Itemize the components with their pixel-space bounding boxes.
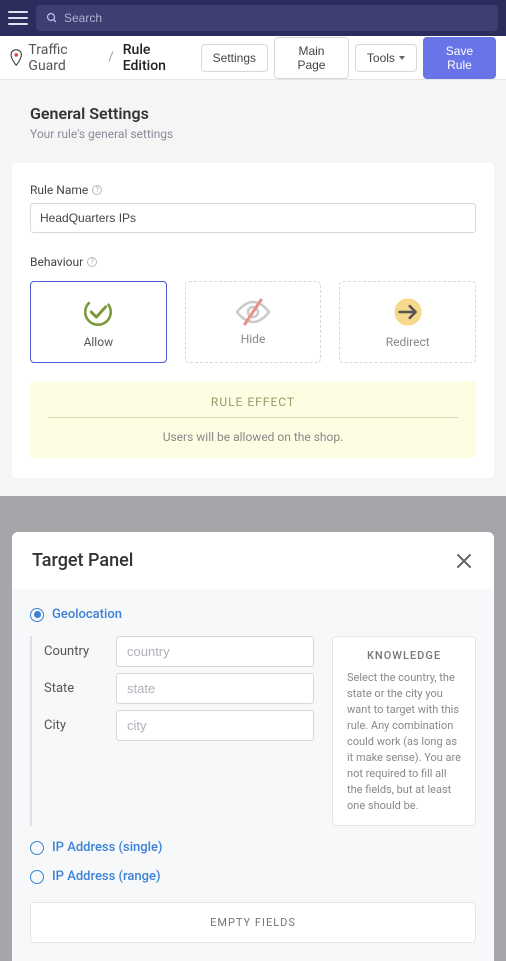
breadcrumb-slash: / xyxy=(108,50,113,65)
behaviour-hide[interactable]: Hide xyxy=(185,281,322,363)
check-icon xyxy=(81,295,115,329)
behaviour-allow[interactable]: Allow xyxy=(30,281,167,363)
effect-title: RULE EFFECT xyxy=(48,395,458,418)
state-label: State xyxy=(44,681,104,696)
search-icon xyxy=(46,12,58,24)
panel-title: Target Panel xyxy=(32,550,133,571)
general-settings-section: General Settings Your rule's general set… xyxy=(0,80,506,151)
target-panel: Target Panel Geolocation Country State xyxy=(12,532,494,961)
tools-button[interactable]: Tools xyxy=(355,44,417,72)
empty-fields-box: EMPTY FIELDS xyxy=(30,902,476,943)
radio-icon xyxy=(30,608,44,622)
modal-overlay: Target Panel Geolocation Country State xyxy=(0,496,506,961)
menu-icon[interactable] xyxy=(8,8,28,28)
city-input[interactable] xyxy=(116,710,314,741)
behaviour-redirect[interactable]: Redirect xyxy=(339,281,476,363)
search-wrap[interactable] xyxy=(36,5,498,31)
geolocation-fields: Country State City xyxy=(30,636,314,826)
eye-slash-icon xyxy=(233,298,273,326)
radio-icon xyxy=(30,841,44,855)
radio-ip-range[interactable]: IP Address (range) xyxy=(30,869,476,884)
section-title: General Settings xyxy=(30,104,476,123)
rule-effect-box: RULE EFFECT Users will be allowed on the… xyxy=(30,381,476,458)
panel-body: Geolocation Country State City xyxy=(12,589,494,961)
radio-geolocation[interactable]: Geolocation xyxy=(30,607,476,622)
section-subtitle: Your rule's general settings xyxy=(30,127,476,141)
settings-button[interactable]: Settings xyxy=(201,44,268,72)
brand[interactable]: Traffic Guard xyxy=(28,42,99,74)
save-rule-button[interactable]: Save Rule xyxy=(423,37,496,79)
close-button[interactable] xyxy=(454,551,474,571)
header: Traffic Guard / Rule Edition Settings Ma… xyxy=(0,36,506,80)
knowledge-box: KNOWLEDGE Select the country, the state … xyxy=(332,636,476,826)
help-icon[interactable]: ? xyxy=(92,185,102,195)
page-title: Rule Edition xyxy=(123,42,189,74)
city-label: City xyxy=(44,718,104,733)
knowledge-title: KNOWLEDGE xyxy=(347,649,461,662)
behaviour-label: Behaviour ? xyxy=(30,255,476,269)
state-input[interactable] xyxy=(116,673,314,704)
radio-icon xyxy=(30,870,44,884)
rule-name-label: Rule Name ? xyxy=(30,183,476,197)
main-page-button[interactable]: Main Page xyxy=(274,37,349,79)
topbar xyxy=(0,0,506,36)
country-label: Country xyxy=(44,644,104,659)
country-input[interactable] xyxy=(116,636,314,667)
general-card: Rule Name ? Behaviour ? Allow Hide Redir… xyxy=(12,163,494,478)
radio-ip-single[interactable]: IP Address (single) xyxy=(30,840,476,855)
search-input[interactable] xyxy=(64,11,488,25)
behaviour-options: Allow Hide Redirect xyxy=(30,281,476,363)
knowledge-body: Select the country, the state or the cit… xyxy=(347,670,461,813)
close-icon xyxy=(456,553,472,569)
panel-header: Target Panel xyxy=(12,532,494,589)
effect-body: Users will be allowed on the shop. xyxy=(48,430,458,444)
logo-icon xyxy=(10,49,22,67)
empty-fields-title: EMPTY FIELDS xyxy=(210,916,296,929)
rule-name-input[interactable] xyxy=(30,203,476,233)
help-icon[interactable]: ? xyxy=(87,257,97,267)
arrow-right-icon xyxy=(391,295,425,329)
chevron-down-icon xyxy=(399,56,405,60)
